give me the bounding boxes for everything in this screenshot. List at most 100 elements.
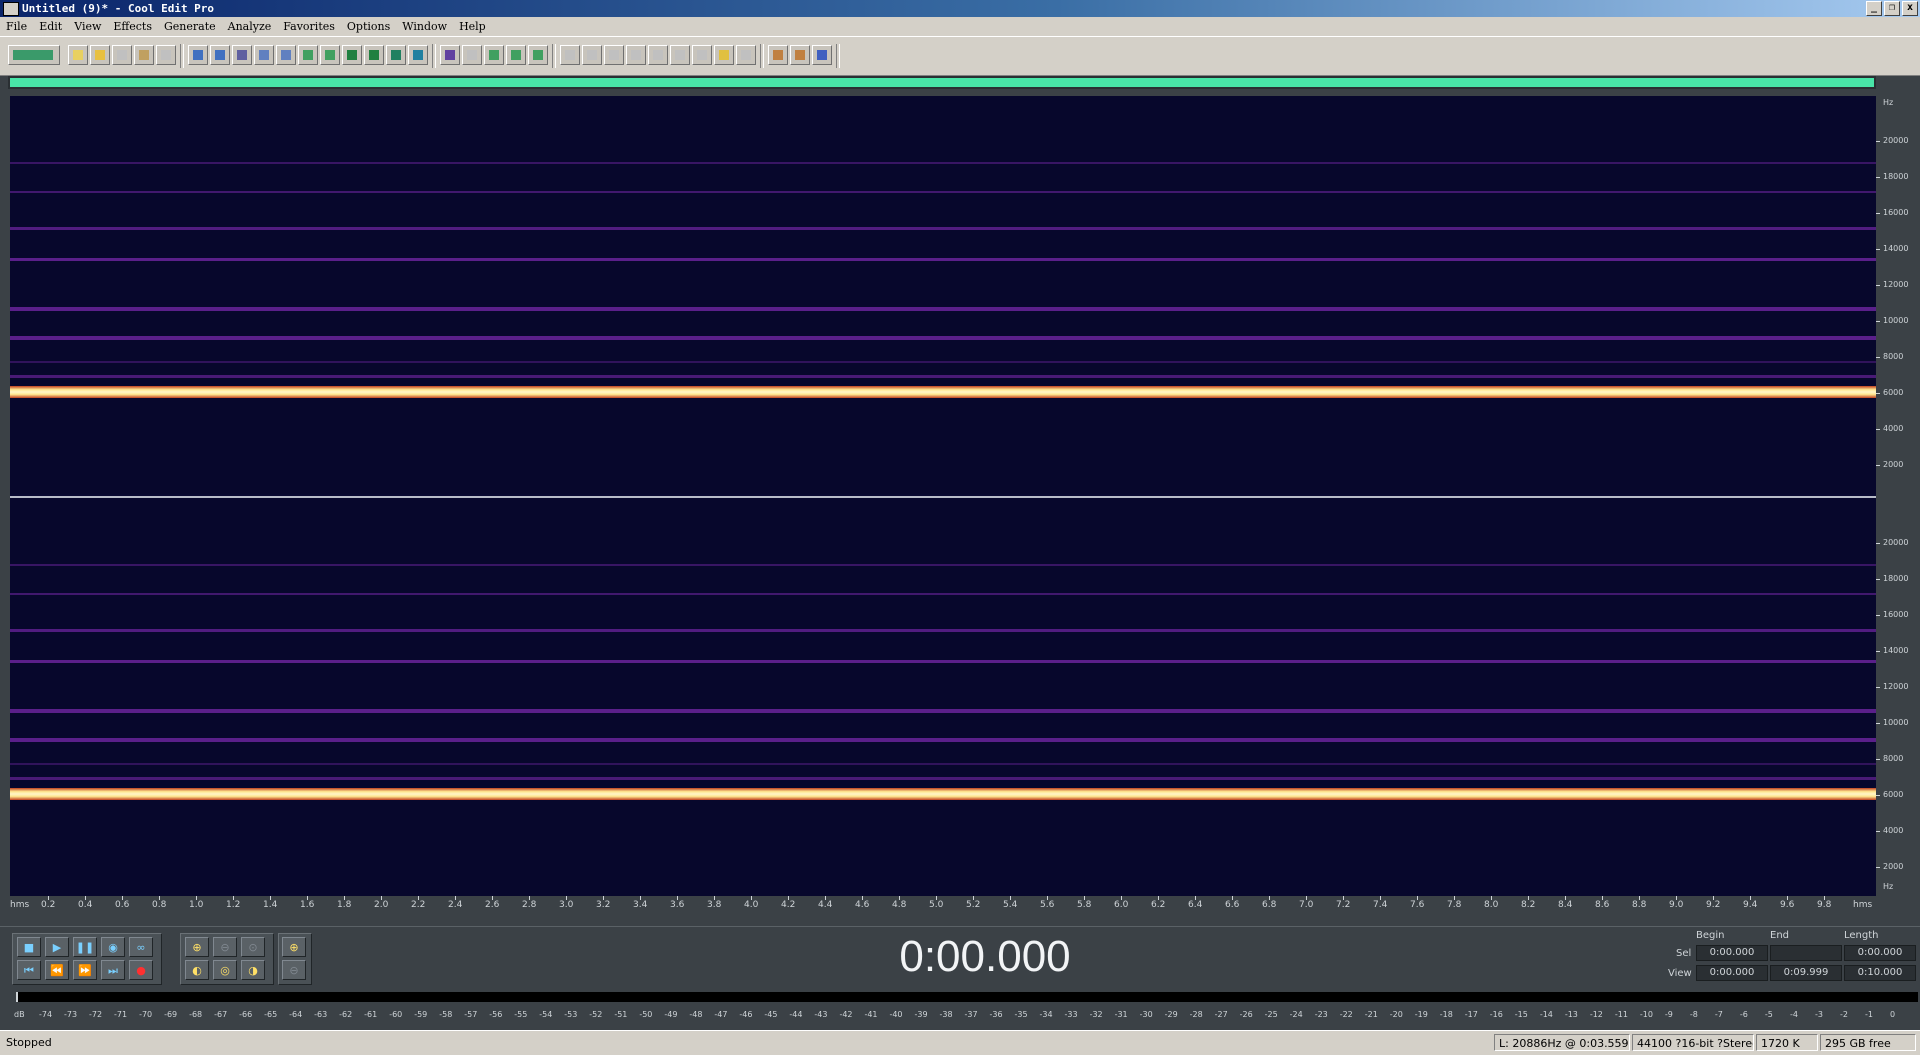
copy-icon[interactable] <box>254 45 274 65</box>
sel-end-field[interactable] <box>1770 945 1842 961</box>
app-icon[interactable] <box>3 2 19 16</box>
cut-icon[interactable] <box>232 45 252 65</box>
sel-begin-field[interactable]: 0:00.000 <box>1696 945 1768 961</box>
menu-window[interactable]: Window <box>396 20 453 33</box>
level-label: -6 <box>1739 1010 1748 1019</box>
silence-icon[interactable] <box>342 45 362 65</box>
pause-button[interactable]: ❚❚ <box>73 937 97 957</box>
level-label: -39 <box>914 1010 928 1019</box>
spectral-view-icon[interactable] <box>462 45 482 65</box>
trim-icon[interactable] <box>298 45 318 65</box>
zoom-to-selection-icon[interactable]: ◎ <box>213 960 237 980</box>
time-label: 3.6 <box>670 900 685 910</box>
amplify-icon[interactable] <box>386 45 406 65</box>
zoom-in-horizontal-icon[interactable]: ⊕ <box>185 937 209 957</box>
play-list-icon[interactable] <box>582 45 602 65</box>
noise-reduction-icon[interactable] <box>408 45 428 65</box>
save-icon[interactable] <box>112 45 132 65</box>
view-length-field[interactable]: 0:10.000 <box>1844 965 1916 981</box>
fast-forward-button[interactable]: ⏩ <box>73 960 97 980</box>
menu-generate[interactable]: Generate <box>158 20 222 33</box>
level-label: -20 <box>1389 1010 1403 1019</box>
toolbar-separator <box>836 44 840 68</box>
time-label: 0.8 <box>152 900 167 910</box>
time-label: 2.2 <box>411 900 426 910</box>
menu-effects[interactable]: Effects <box>107 20 158 33</box>
save-as-icon[interactable] <box>134 45 154 65</box>
time-label: 8.6 <box>1595 900 1610 910</box>
freq-unit-label-bottom: Hz <box>1883 882 1894 891</box>
zoom-out-horizontal-icon[interactable]: ⊖ <box>213 937 237 957</box>
minimize-button[interactable]: _ <box>1866 1 1882 16</box>
level-label: -66 <box>239 1010 253 1019</box>
zoom-to-left-icon[interactable]: ◐ <box>185 960 209 980</box>
zoom-tool-icon[interactable] <box>648 45 668 65</box>
multitrack-toggle-button[interactable] <box>8 45 60 65</box>
grid-icon[interactable] <box>692 45 712 65</box>
waveform-view-icon[interactable] <box>440 45 460 65</box>
menu-edit[interactable]: Edit <box>33 20 68 33</box>
cue-list-icon[interactable] <box>560 45 580 65</box>
envelope-icon[interactable] <box>364 45 384 65</box>
sel-length-field[interactable]: 0:00.000 <box>1844 945 1916 961</box>
go-to-end-button[interactable]: ⏭ <box>101 960 125 980</box>
redo-icon[interactable] <box>210 45 230 65</box>
stop-button[interactable]: ■ <box>17 937 41 957</box>
zoom-in-vertical-icon[interactable]: ⊕ <box>282 937 306 957</box>
close-button[interactable]: x <box>1902 1 1918 16</box>
level-label: -61 <box>364 1010 378 1019</box>
free-space: 295 GB free <box>1820 1034 1916 1051</box>
view-end-field[interactable]: 0:09.999 <box>1770 965 1842 981</box>
play-button[interactable]: ▶ <box>45 937 69 957</box>
menu-options[interactable]: Options <box>341 20 396 33</box>
view-begin-field[interactable]: 0:00.000 <box>1696 965 1768 981</box>
go-to-start-button[interactable]: ⏮ <box>17 960 41 980</box>
zoom-out-vertical-icon[interactable]: ⊖ <box>282 960 306 980</box>
meter-icon[interactable] <box>714 45 734 65</box>
mix-paste-icon[interactable] <box>320 45 340 65</box>
level-label: -70 <box>139 1010 153 1019</box>
spectral-grid-icon[interactable] <box>506 45 526 65</box>
level-label: -14 <box>1539 1010 1553 1019</box>
spectral-bars-icon[interactable] <box>484 45 504 65</box>
tip-icon[interactable] <box>790 45 810 65</box>
menu-analyze[interactable]: Analyze <box>222 20 278 33</box>
loop-button[interactable]: ∞ <box>129 937 153 957</box>
time-label: 1.4 <box>263 900 278 910</box>
right-channel-spectrum[interactable] <box>10 498 1876 896</box>
time-ruler[interactable]: hms hms 0.2 0.4 0.6 0.8 1.0 1.2 1.4 1.6 1.8 2.0 2.… <box>0 896 1876 918</box>
menu-view[interactable]: View <box>68 20 107 33</box>
wide-view-icon[interactable] <box>736 45 756 65</box>
freq-label: 8000 <box>1883 754 1904 763</box>
level-meter[interactable]: dB -74 -73 -72 -71 -70 -69 -68 -67 -66 -65 -64 -63 -6… <box>10 990 1920 1026</box>
info-icon[interactable] <box>670 45 690 65</box>
zoom-to-right-icon[interactable]: ◑ <box>241 960 265 980</box>
restore-button[interactable]: ❐ <box>1884 1 1900 16</box>
undo-icon[interactable] <box>188 45 208 65</box>
level-label: -35 <box>1014 1010 1028 1019</box>
snap-icon[interactable] <box>626 45 646 65</box>
left-channel-spectrum[interactable] <box>10 96 1876 494</box>
menu-help[interactable]: Help <box>453 20 492 33</box>
paste-icon[interactable] <box>276 45 296 65</box>
menu-file[interactable]: File <box>0 20 33 33</box>
overview-range[interactable] <box>10 78 1874 87</box>
settings-icon[interactable] <box>768 45 788 65</box>
open-file-icon[interactable] <box>90 45 110 65</box>
close-file-icon[interactable] <box>156 45 176 65</box>
frequency-analysis-icon[interactable] <box>528 45 548 65</box>
level-label: -57 <box>464 1010 478 1019</box>
markers-icon[interactable] <box>604 45 624 65</box>
menu-favorites[interactable]: Favorites <box>277 20 341 33</box>
zoom-full-icon[interactable]: ⊙ <box>241 937 265 957</box>
overview-bar[interactable] <box>8 76 1876 89</box>
rewind-button[interactable]: ⏪ <box>45 960 69 980</box>
level-label: -9 <box>1664 1010 1673 1019</box>
record-button[interactable]: ● <box>129 960 153 980</box>
new-file-icon[interactable] <box>68 45 88 65</box>
spectral-view[interactable] <box>10 96 1876 896</box>
time-label: 5.4 <box>1003 900 1018 910</box>
play-to-end-button[interactable]: ◉ <box>101 937 125 957</box>
menu-bar: File Edit View Effects Generate Analyze … <box>0 17 1920 36</box>
help-icon[interactable] <box>812 45 832 65</box>
